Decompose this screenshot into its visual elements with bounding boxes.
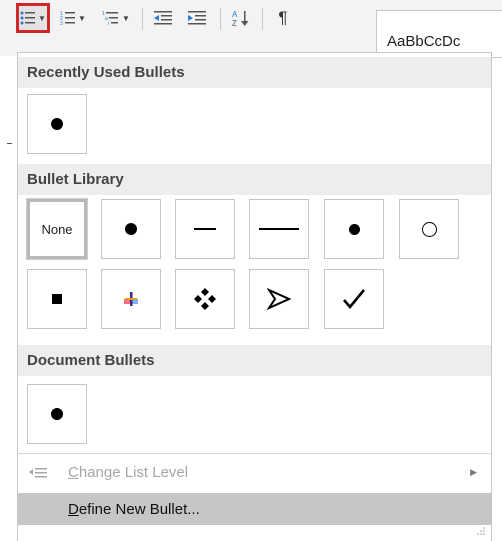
- library-bullet-short-dash[interactable]: [175, 199, 235, 259]
- filled-circle-bullet-icon: [51, 408, 63, 420]
- ribbon-separator: [262, 8, 263, 30]
- long-dash-bullet-icon: [259, 228, 299, 230]
- pilcrow-icon: ¶: [278, 8, 288, 27]
- library-bullet-long-dash[interactable]: [249, 199, 309, 259]
- filled-square-bullet-icon: [52, 294, 62, 304]
- hollow-circle-bullet-icon: [421, 221, 437, 237]
- library-bullet-none[interactable]: None: [26, 198, 88, 260]
- menu-divider: [18, 453, 491, 454]
- styles-preview-text: AaBbCcDc: [387, 33, 461, 50]
- chevron-down-icon: ▼: [78, 13, 86, 23]
- ribbon-separator: [220, 8, 221, 30]
- none-label: None: [41, 221, 73, 237]
- colored-cross-bullet-icon: [124, 292, 138, 306]
- decrease-indent-icon: [154, 11, 172, 25]
- increase-indent-icon: [188, 11, 206, 25]
- bullet-library-dropdown: Recently Used Bullets Bullet Library Non…: [17, 52, 492, 541]
- submenu-arrow-icon: ▶: [470, 466, 477, 477]
- numbered-list-icon: 1 2 3: [60, 11, 76, 26]
- numbering-button[interactable]: 1 2 3 ▼: [56, 4, 90, 32]
- ribbon-separator: [142, 8, 143, 30]
- library-bullet-colored-cross[interactable]: [101, 269, 161, 329]
- change-list-level-label: Change List Level: [68, 463, 189, 481]
- recent-bullet-filled-circle[interactable]: [27, 94, 87, 154]
- increase-indent-button[interactable]: [182, 4, 212, 32]
- filled-circle-bullet-icon: [125, 223, 137, 235]
- library-bullet-small-filled-circle[interactable]: [324, 199, 384, 259]
- svg-text:i: i: [108, 21, 109, 26]
- library-bullet-hollow-circle[interactable]: [399, 199, 459, 259]
- library-bullet-filled-circle[interactable]: [101, 199, 161, 259]
- section-header-bullet-library: Bullet Library: [18, 164, 491, 195]
- multilevel-list-button[interactable]: 1 a i ▼: [96, 4, 136, 32]
- four-diamond-bullet-icon: [194, 288, 216, 310]
- ruler-mark: [7, 143, 12, 144]
- svg-text:A: A: [232, 10, 238, 19]
- define-new-bullet-label: Define New Bullet...: [68, 500, 200, 518]
- library-bullet-filled-square[interactable]: [27, 269, 87, 329]
- library-bullet-four-diamond[interactable]: [175, 269, 235, 329]
- chevron-down-icon: ▼: [122, 13, 130, 23]
- library-bullet-arrowhead[interactable]: [249, 269, 309, 329]
- checkmark-bullet-icon: [343, 289, 366, 310]
- ribbon-paragraph-group: ▼ 1 2 3 ▼ 1 a i ▼ A Z ¶ AaBbCcDc: [0, 0, 502, 58]
- arrowhead-bullet-icon: [267, 288, 291, 310]
- section-header-document-bullets: Document Bullets: [18, 345, 491, 376]
- svg-text:3: 3: [60, 21, 63, 26]
- styles-gallery-preview[interactable]: AaBbCcDc: [376, 10, 502, 58]
- svg-text:Z: Z: [232, 19, 237, 27]
- library-bullet-checkmark[interactable]: [324, 269, 384, 329]
- bullet-list-icon: [20, 11, 36, 25]
- short-dash-bullet-icon: [194, 228, 216, 230]
- small-filled-circle-bullet-icon: [348, 223, 360, 235]
- document-bullet-filled-circle[interactable]: [27, 384, 87, 444]
- resize-grip-icon[interactable]: [477, 527, 485, 535]
- define-new-bullet-item[interactable]: Define New Bullet...: [18, 493, 491, 525]
- chevron-down-icon: ▼: [38, 13, 46, 23]
- show-hide-marks-button[interactable]: ¶: [268, 4, 298, 32]
- section-header-recently-used: Recently Used Bullets: [18, 57, 491, 88]
- filled-circle-bullet-icon: [51, 118, 63, 130]
- sort-az-icon: A Z: [232, 10, 249, 27]
- change-list-level-icon: [22, 466, 54, 478]
- decrease-indent-button[interactable]: [148, 4, 178, 32]
- multilevel-list-icon: 1 a i: [102, 11, 119, 26]
- sort-button[interactable]: A Z: [226, 4, 256, 32]
- change-list-level-item[interactable]: Change List Level ▶: [18, 456, 491, 488]
- bullets-button[interactable]: ▼: [16, 3, 50, 33]
